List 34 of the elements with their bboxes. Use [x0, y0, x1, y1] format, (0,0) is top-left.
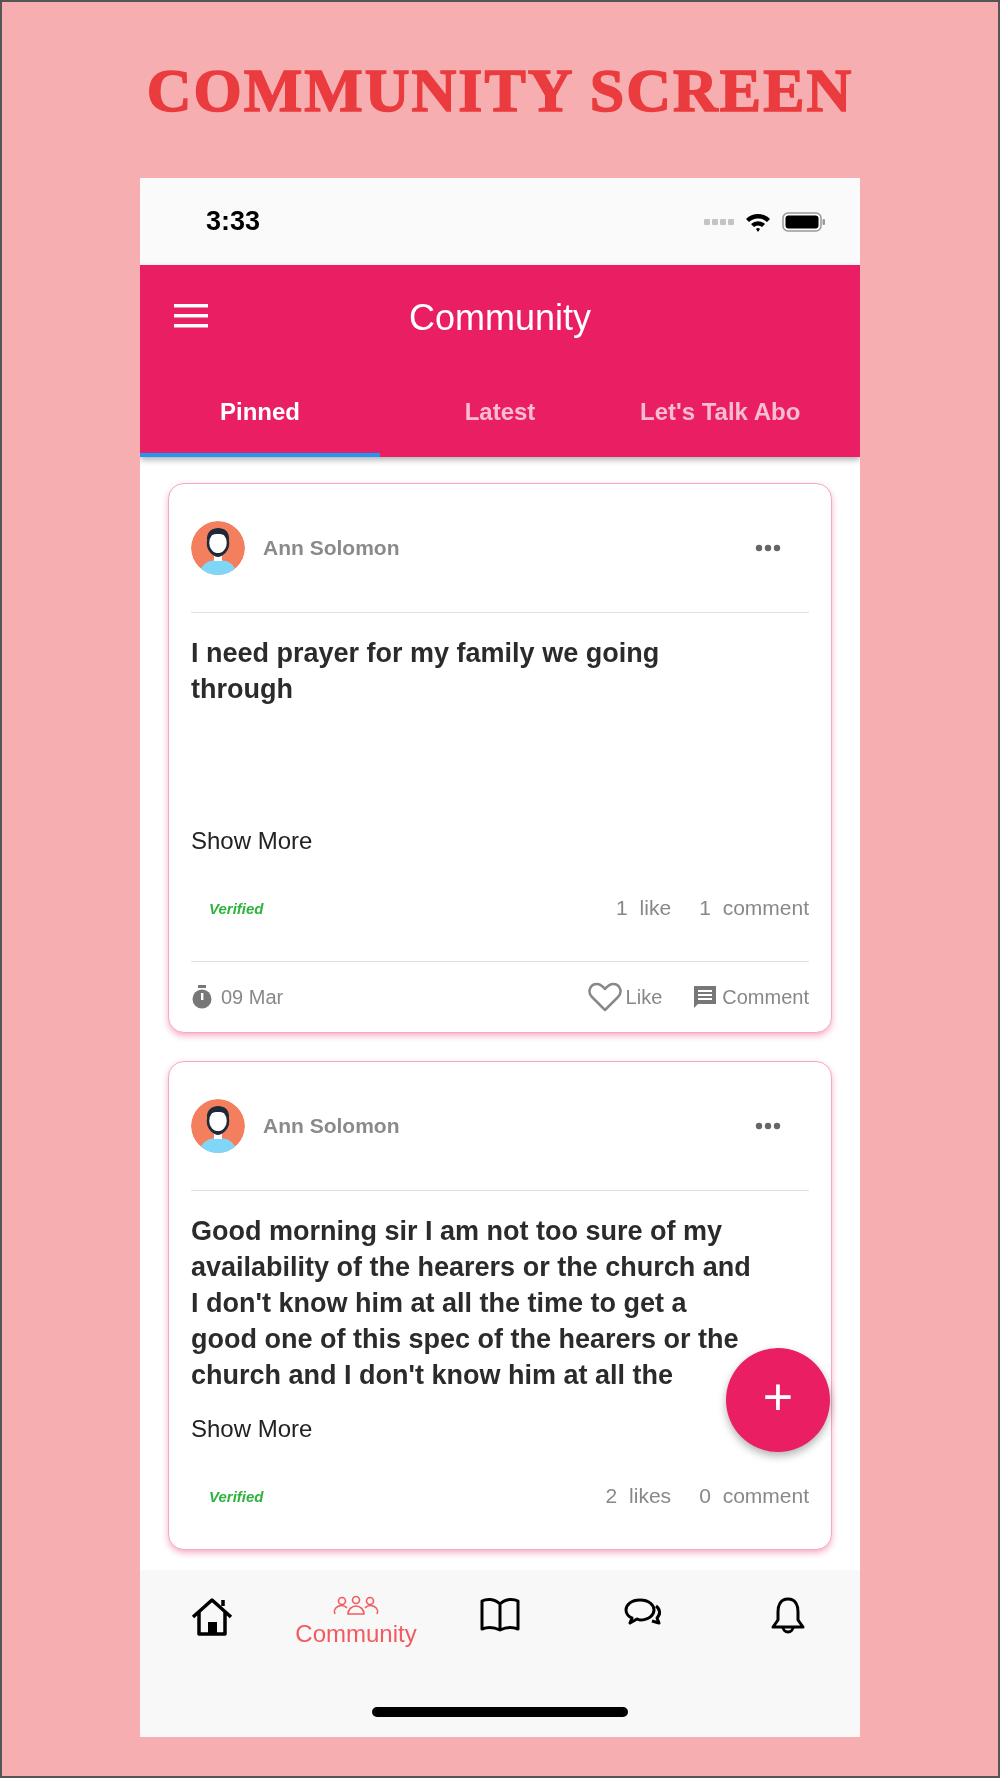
nav-item[interactable]: Community — [284, 1596, 428, 1648]
verified-label: Verified — [209, 899, 264, 917]
author-name: Ann Solomon — [263, 536, 401, 560]
show-more-link[interactable]: Show More — [191, 1415, 313, 1443]
stopwatch-icon — [191, 985, 213, 1009]
author-name: Ann Solomon — [263, 1114, 401, 1138]
menu-icon[interactable] — [174, 303, 208, 329]
show-more-link[interactable]: Show More — [191, 827, 313, 855]
avatar-icon — [191, 1099, 245, 1153]
like-button[interactable]: Like — [587, 982, 663, 1012]
people-icon — [333, 1596, 379, 1616]
bell-icon — [769, 1596, 807, 1636]
page-heading: COMMUNITY SCREEN — [146, 54, 854, 126]
post-text: I need prayer for my family we going through — [191, 637, 661, 706]
like-count: 1 like — [616, 896, 672, 920]
comment-icon — [692, 984, 719, 1010]
app-title: Community — [408, 296, 591, 339]
more-icon[interactable] — [755, 1122, 781, 1130]
status-time: 3:33 — [206, 206, 262, 237]
like-count: 2 likes — [605, 1484, 672, 1508]
comment-count: 0 comment — [699, 1484, 809, 1508]
book-icon — [479, 1596, 521, 1632]
avatar-icon — [191, 521, 245, 575]
tab[interactable]: Let's Talk Abo — [620, 370, 860, 457]
verified-label: Verified — [209, 1487, 264, 1505]
comment-button[interactable]: Comment — [692, 984, 809, 1010]
heart-icon — [587, 982, 622, 1012]
home-icon — [190, 1596, 234, 1638]
post-date: 09 Mar — [221, 985, 285, 1009]
comment-count: 1 comment — [699, 896, 809, 920]
tab[interactable]: Latest — [380, 370, 620, 457]
battery-icon — [782, 210, 826, 233]
signal-icon — [704, 217, 734, 226]
more-icon[interactable] — [755, 544, 781, 552]
